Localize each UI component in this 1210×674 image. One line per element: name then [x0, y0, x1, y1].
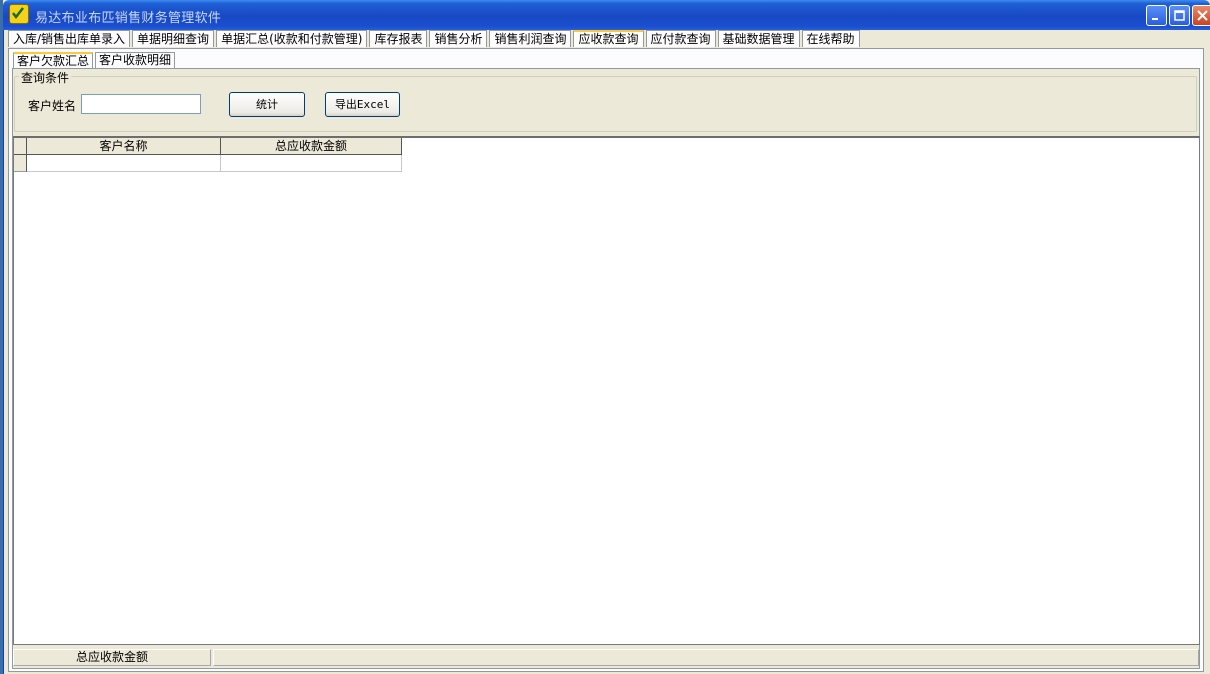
close-button[interactable]: [1192, 5, 1210, 26]
maximize-button[interactable]: [1169, 5, 1190, 26]
column-header-total-receivable[interactable]: 总应收款金额: [221, 138, 402, 155]
total-receivable-value: [213, 649, 1199, 666]
tab-receivables-query[interactable]: 应收款查询: [573, 30, 644, 47]
column-header-customer-name[interactable]: 客户名称: [27, 138, 221, 155]
tab-document-summary[interactable]: 单据汇总(收款和付款管理): [216, 30, 368, 47]
minimize-icon: [1152, 18, 1158, 20]
tab-stock-in-entry[interactable]: 入库/销售出库单录入: [8, 30, 131, 47]
tab-payables-query[interactable]: 应付款查询: [645, 30, 716, 47]
main-tab-strip: 入库/销售出库单录入 单据明细查询 单据汇总(收款和付款管理) 库存报表 销售分…: [8, 30, 862, 48]
tab-inventory-report[interactable]: 库存报表: [369, 30, 428, 47]
tab-online-help[interactable]: 在线帮助: [801, 30, 860, 47]
app-icon[interactable]: [9, 4, 29, 24]
maximize-icon: [1174, 10, 1185, 21]
client-area: 入库/销售出库单录入 单据明细查询 单据汇总(收款和付款管理) 库存报表 销售分…: [3, 30, 1210, 674]
minimize-button[interactable]: [1146, 5, 1167, 26]
row-selector[interactable]: [14, 155, 27, 172]
debt-summary-grid[interactable]: 客户名称 总应收款金额: [13, 136, 1200, 645]
grid-header: 客户名称 总应收款金额: [14, 138, 402, 155]
tab-document-detail-query[interactable]: 单据明细查询: [132, 30, 215, 47]
tab-sales-analysis[interactable]: 销售分析: [429, 30, 488, 47]
export-excel-button[interactable]: 导出Excel: [325, 92, 400, 117]
cell-total-receivable[interactable]: [221, 155, 402, 172]
grid-corner: [14, 138, 27, 155]
cell-customer-name[interactable]: [27, 155, 221, 172]
query-conditions-group: 查询条件 客户姓名 统计 导出Excel: [14, 69, 1197, 132]
sub-tab-strip: 客户欠款汇总 客户收款明细: [13, 52, 177, 68]
customer-name-label: 客户姓名: [28, 99, 77, 113]
receivables-tab-panel: 客户欠款汇总 客户收款明细 查询条件 客户姓名 统计 导出Excel 客户名称 …: [8, 48, 1204, 672]
tab-base-data[interactable]: 基础数据管理: [717, 30, 800, 47]
window-title: 易达布业布匹销售财务管理软件: [35, 11, 222, 26]
customer-name-input[interactable]: [81, 94, 201, 114]
group-title: 查询条件: [19, 69, 72, 86]
debt-summary-panel: 查询条件 客户姓名 统计 导出Excel 客户名称 总应收款金额 总应收款金额: [12, 68, 1200, 669]
tab-sales-profit-query[interactable]: 销售利润查询: [489, 30, 572, 47]
close-icon: [1197, 10, 1208, 21]
title-bar[interactable]: 易达布业布匹销售财务管理软件: [3, 0, 1210, 30]
tab-customer-payment-detail[interactable]: 客户收款明细: [95, 52, 176, 68]
tab-customer-debt-summary[interactable]: 客户欠款汇总: [13, 52, 94, 68]
stat-button[interactable]: 统计: [229, 92, 305, 117]
table-row[interactable]: [14, 155, 402, 172]
footer-bar: 总应收款金额: [13, 649, 1199, 666]
total-receivable-label: 总应收款金额: [13, 649, 211, 666]
